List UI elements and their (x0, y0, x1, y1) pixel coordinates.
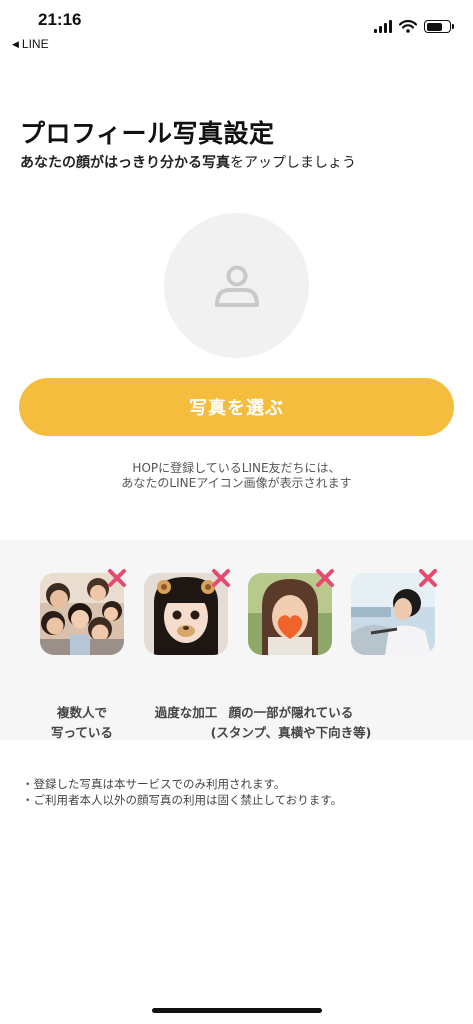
bad-example-filter: 過度な加工 (144, 569, 230, 720)
x-mark-icon (419, 569, 437, 587)
label-line-2: (スタンプ、真横や下向き等) (210, 725, 372, 740)
subtitle-bold-1: あなたの顔がはっきり分かる (20, 155, 202, 171)
line-icon-notice: HOPに登録しているLINE友だちには、 あなたのLINEアイコン画像が表示され… (0, 461, 473, 491)
select-photo-button[interactable]: 写真を選ぶ (19, 378, 454, 436)
cellular-signal-icon (374, 20, 392, 33)
bad-examples-panel: 複数人で 写っている 過度な加工 顔の一部が隠れている (スタンプ、真横や下向き… (0, 540, 473, 740)
back-to-line-link[interactable]: ◀ LINE (12, 37, 49, 51)
label-line-2: 写っている (51, 725, 113, 740)
label-line-1: 複数人で (56, 705, 107, 720)
bad-example-hidden-face: 顔の一部が隠れている (スタンプ、真横や下向き等) (211, 569, 371, 740)
page-title: プロフィール写真設定 (20, 119, 275, 148)
notice-line-1: HOPに登録しているLINE友だちには、 (132, 461, 341, 475)
footer-note-1: ・登録した写真は本サービスでのみ利用されます。 (22, 777, 286, 791)
status-icons (374, 20, 454, 33)
subtitle-bold-2: 写真 (202, 155, 230, 171)
bad-example-side-profile (351, 569, 437, 655)
back-app-label: LINE (21, 37, 49, 51)
bad-example-group: 複数人で 写っている (40, 569, 126, 740)
status-time: 21:16 (38, 10, 82, 29)
bad-example-label-hidden-face: 顔の一部が隠れている (スタンプ、真横や下向き等) (198, 703, 384, 743)
wifi-icon (399, 20, 417, 33)
x-mark-icon (108, 569, 126, 587)
x-mark-icon (316, 569, 334, 587)
footer-notes: ・登録した写真は本サービスでのみ利用されます。 ・ご利用者本人以外の顔写真の利用… (22, 776, 342, 808)
status-bar: 21:16 ◀ LINE (0, 0, 473, 58)
x-mark-icon (212, 569, 230, 587)
label-line-1: 顔の一部が隠れている (228, 705, 354, 720)
back-arrow-icon: ◀ (12, 38, 19, 49)
notice-line-2: あなたのLINEアイコン画像が表示されます (121, 476, 352, 490)
home-indicator (152, 1008, 322, 1013)
subtitle-rest: をアップしましょう (230, 155, 356, 171)
person-placeholder-icon (214, 265, 259, 307)
footer-note-2: ・ご利用者本人以外の顔写真の利用は固く禁止しております。 (22, 793, 343, 807)
bad-example-label-group: 複数人で 写っている (22, 703, 142, 743)
avatar-placeholder[interactable] (164, 213, 309, 358)
page-subtitle: あなたの顔がはっきり分かる写真をアップしましょう (20, 152, 356, 172)
battery-icon (424, 20, 454, 33)
